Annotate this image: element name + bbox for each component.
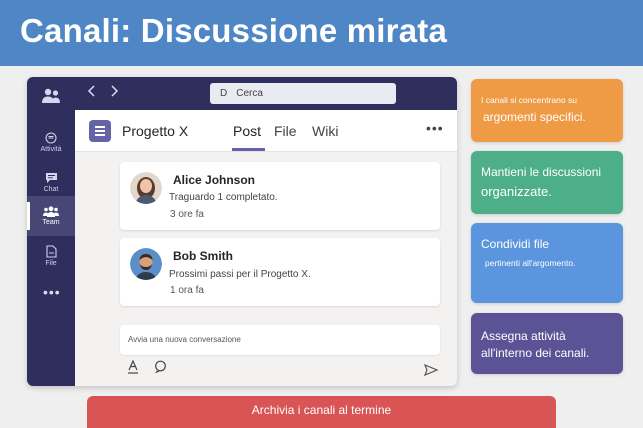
back-arrow-icon[interactable] <box>87 85 96 100</box>
rail-item-team[interactable]: Team <box>27 196 75 236</box>
rail-item-label: Team <box>42 219 60 226</box>
rail-item-activity[interactable]: Attività <box>27 122 75 162</box>
tip-text: Condividi file <box>481 237 550 251</box>
tab-wiki[interactable]: Wiki <box>312 123 338 139</box>
chat-icon <box>45 172 57 183</box>
post-author: Alice Johnson <box>173 173 256 187</box>
tip-card-assign-tasks: Assegna attività all'interno dei canali. <box>471 313 623 374</box>
post-message: Prossimi passi per il Progetto X. <box>169 269 311 280</box>
rail-item-label: Chat <box>43 185 59 193</box>
archive-channels-banner: Archivia i canali al termine <box>87 396 556 428</box>
team-icon <box>43 206 59 217</box>
tab-post[interactable]: Post <box>233 123 261 139</box>
bell-icon <box>45 131 57 144</box>
channel-icon <box>89 120 111 142</box>
more-apps-icon[interactable]: ••• <box>43 284 61 300</box>
channel-more-icon[interactable]: ••• <box>426 120 444 136</box>
tip-card-focus: I canali si concentrano su argomenti spe… <box>471 79 623 142</box>
post-author: Bob Smith <box>173 249 233 263</box>
tip-text-strong: pertinenti all'argomento. <box>485 258 576 268</box>
slide-title: Canali: Discussione mirata <box>0 0 643 66</box>
search-input[interactable]: D Cerca <box>210 83 396 104</box>
send-icon[interactable] <box>423 363 439 381</box>
channel-name: Progetto X <box>122 123 189 139</box>
format-text-icon[interactable] <box>127 359 139 379</box>
new-conversation-input[interactable]: Avvia una nuova conversazione <box>120 325 440 355</box>
post-time: 3 ore fa <box>170 209 204 220</box>
rail-item-label: File <box>45 260 57 267</box>
rail-item-label: Attività <box>40 145 62 153</box>
rail-item-files[interactable]: File <box>27 236 75 276</box>
post-time: 1 ora fa <box>170 285 204 296</box>
channel-header: Progetto X Post File Wiki ••• <box>75 110 457 152</box>
active-tab-indicator <box>232 148 265 151</box>
tip-text-strong: organizzate. <box>481 184 552 199</box>
app-rail: Attività Chat Team File ••• <box>27 77 75 386</box>
tip-text-strong: argomenti specifici. <box>483 110 586 124</box>
tip-card-organize: Mantieni le discussioni organizzate. <box>471 151 623 214</box>
avatar <box>130 172 162 204</box>
emoji-icon[interactable] <box>154 360 167 378</box>
file-icon <box>46 245 57 258</box>
post-card[interactable]: Alice Johnson Traguardo 1 completato. 3 … <box>120 162 440 230</box>
tip-text-strong: all'interno dei canali. <box>481 346 590 360</box>
avatar <box>130 248 162 280</box>
post-card[interactable]: Bob Smith Prossimi passi per il Progetto… <box>120 238 440 306</box>
post-message: Traguardo 1 completato. <box>169 192 278 203</box>
tab-file[interactable]: File <box>274 123 297 139</box>
forward-arrow-icon[interactable] <box>110 85 119 100</box>
search-prefix: D <box>220 88 228 99</box>
teams-window: Attività Chat Team File ••• D Cerca Prog… <box>27 77 457 386</box>
search-placeholder: Cerca <box>236 88 263 99</box>
tip-text: Assegna attività <box>481 329 566 343</box>
tip-text: Mantieni le discussioni <box>481 165 602 179</box>
title-bar: D Cerca <box>75 77 457 110</box>
teams-logo-icon <box>41 88 61 109</box>
tip-card-share-files: Condividi file pertinenti all'argomento. <box>471 223 623 303</box>
tip-text: I canali si concentrano su <box>481 95 577 105</box>
